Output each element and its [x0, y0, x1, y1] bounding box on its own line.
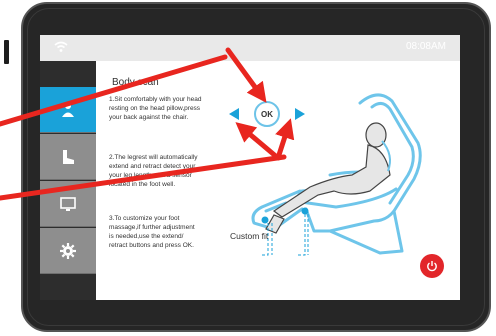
step-3-line: massage,if further adjustment: [109, 224, 195, 231]
status-bar: 08:08AM: [40, 35, 460, 61]
side-button: [4, 40, 9, 64]
step-1-line: 1.Sit comfortably with your head: [109, 96, 202, 103]
foot-icon: [63, 149, 74, 164]
person-icon: [62, 102, 74, 117]
step-1-line: resting on the head pillow,press: [109, 105, 201, 112]
step-3-line: 3.To customize your foot: [109, 215, 180, 222]
clock-time: 08:08AM: [405, 41, 446, 52]
wifi-icon: [54, 41, 68, 52]
gear-icon: [60, 242, 76, 259]
custom-fit-label: Custom fit: [230, 231, 269, 241]
screen: 08:08AM Body scan 1.Sit comfortably with…: [40, 35, 460, 300]
sidebar-item-foot[interactable]: [40, 134, 96, 180]
step-1-line: your back against the chair.: [109, 114, 189, 121]
step-2-line: located in the foot well.: [109, 181, 176, 188]
step-3-text: 3.To customize your foot massage,if furt…: [109, 214, 209, 250]
page-title: Body scan: [112, 77, 159, 88]
step-2-line: extend and retract detect your: [109, 163, 196, 170]
step-2-text: 2.The legrest will automatically extend …: [109, 153, 209, 189]
sidebar: [40, 61, 96, 300]
power-button[interactable]: [420, 254, 444, 278]
step-1-text: 1.Sit comfortably with your head resting…: [109, 95, 209, 122]
power-icon: [427, 261, 437, 272]
sidebar-item-display[interactable]: [40, 181, 96, 227]
step-2-line: your leg length with a sensor: [109, 172, 192, 179]
monitor-icon: [60, 196, 76, 211]
sidebar-item-settings[interactable]: [40, 228, 96, 274]
sidebar-item-body-scan[interactable]: [40, 87, 96, 133]
step-3-line: retract buttons and press OK.: [109, 242, 194, 249]
step-3-line: is needed,use the extend/: [109, 233, 184, 240]
step-2-line: 2.The legrest will automatically: [109, 154, 198, 161]
